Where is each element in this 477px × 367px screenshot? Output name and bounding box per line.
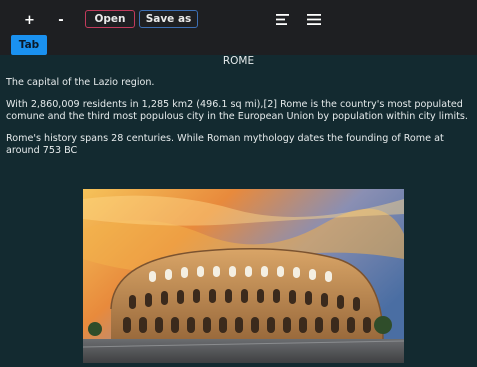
paragraph-history: Rome's history spans 28 centuries. While… bbox=[6, 133, 444, 156]
paragraph-intro: The capital of the Lazio region. bbox=[6, 77, 155, 88]
tab-document[interactable]: Tab bbox=[11, 35, 47, 55]
open-button[interactable]: Open bbox=[85, 10, 135, 28]
page-title: ROME bbox=[222, 55, 255, 67]
document-view: ROME The capital of the Lazio region. Wi… bbox=[0, 55, 477, 367]
align-left-icon[interactable] bbox=[276, 14, 289, 25]
zoom-out-button[interactable]: - bbox=[56, 12, 66, 28]
paragraph-population: With 2,860,009 residents in 1,285 km2 (4… bbox=[6, 99, 468, 122]
colosseum-photo bbox=[83, 189, 404, 363]
save-as-button[interactable]: Save as bbox=[139, 10, 198, 28]
toolbar: + - Open Save as Tab bbox=[0, 0, 477, 55]
zoom-in-button[interactable]: + bbox=[24, 12, 35, 28]
menu-icon[interactable] bbox=[307, 14, 321, 25]
